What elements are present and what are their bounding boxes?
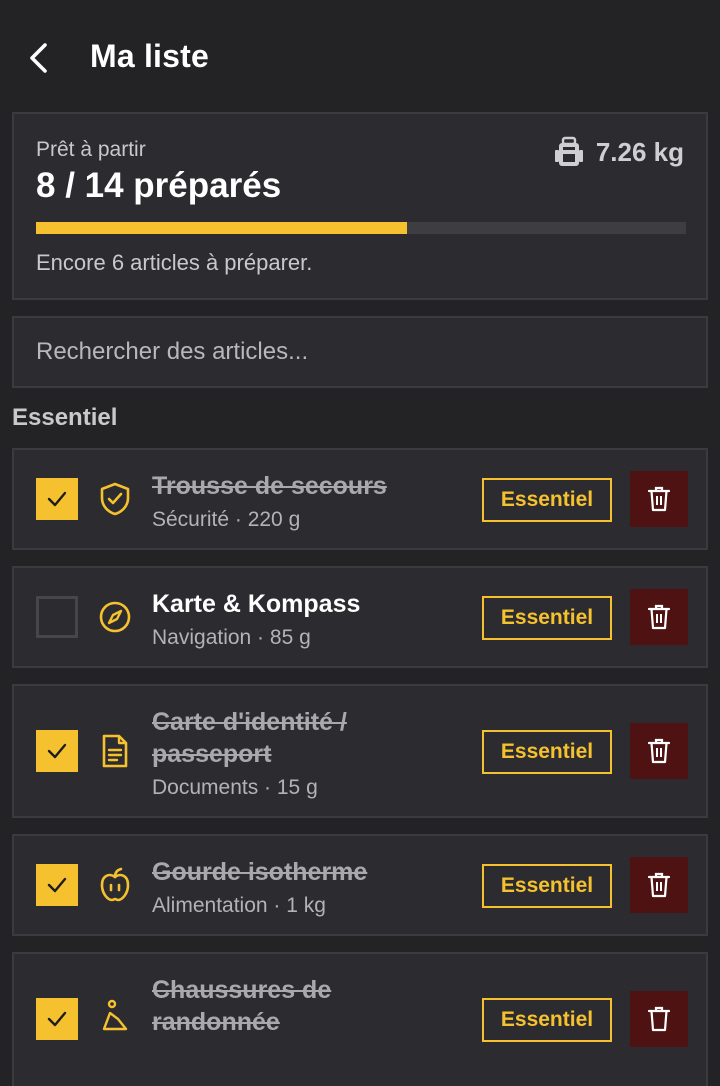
remaining-text: Encore 6 articles à préparer. [36, 250, 313, 275]
trash-icon [647, 486, 671, 512]
chevron-left-icon [30, 43, 47, 73]
list-item: Karte & Kompass Navigation · 85 g Essent… [12, 566, 708, 668]
progress-bar-fill [36, 222, 407, 234]
item-checkbox[interactable] [36, 730, 78, 772]
summary-label: Prêt à partir [36, 138, 146, 161]
trash-icon [647, 1006, 671, 1032]
priority-badge: Essentiel [482, 596, 612, 640]
page-title: Ma liste [90, 38, 209, 74]
progress-bar [36, 222, 686, 234]
item-meta: Alimentation · 1 kg [152, 894, 326, 917]
item-checkbox[interactable] [36, 998, 78, 1040]
priority-badge: Essentiel [482, 730, 612, 774]
document-icon [96, 732, 134, 770]
item-checkbox[interactable] [36, 596, 78, 638]
checkmark-icon [47, 743, 67, 759]
compass-icon [96, 598, 134, 636]
back-button[interactable] [22, 38, 56, 78]
priority-badge: Essentiel [482, 478, 612, 522]
item-name: Karte & Kompass [152, 590, 361, 618]
item-text: Gourde isotherme Alimentation · 1 kg [152, 856, 462, 918]
section-title: Essentiel [12, 404, 118, 431]
shoe-icon [96, 998, 134, 1036]
trash-icon [647, 872, 671, 898]
item-meta: Sécurité · 220 g [152, 508, 301, 531]
priority-badge: Essentiel [482, 998, 612, 1042]
item-text: Trousse de secours Sécurité · 220 g [152, 470, 462, 532]
packing-summary-card: Prêt à partir 8 / 14 préparés 7.26 kg En… [12, 112, 708, 300]
item-text: Karte & Kompass Navigation · 85 g [152, 588, 462, 650]
list-item: Trousse de secours Sécurité · 220 g Esse… [12, 448, 708, 550]
backpack-icon [554, 136, 583, 166]
delete-button[interactable] [630, 589, 688, 645]
delete-button[interactable] [630, 723, 688, 779]
item-meta: Documents · 15 g [152, 776, 318, 799]
item-meta: Navigation · 85 g [152, 626, 311, 649]
delete-button[interactable] [630, 991, 688, 1047]
item-text: Carte d'identité / passeport Documents ·… [152, 706, 462, 800]
app-header: Ma liste [0, 0, 720, 112]
checkmark-icon [47, 877, 67, 893]
apple-icon [96, 866, 134, 904]
list-item: Chaussures de randonnée Essentiel [12, 952, 708, 1086]
item-name: Trousse de secours [152, 472, 387, 500]
shield-check-icon [96, 480, 134, 518]
total-weight: 7.26 kg [554, 136, 684, 168]
item-name: Chaussures de randonnée [152, 976, 332, 1036]
trash-icon [647, 738, 671, 764]
search-input[interactable] [14, 318, 706, 386]
packed-count: 8 / 14 préparés [36, 166, 282, 205]
delete-button[interactable] [630, 857, 688, 913]
trash-icon [647, 604, 671, 630]
weight-value: 7.26 kg [595, 136, 684, 167]
list-item: Carte d'identité / passeport Documents ·… [12, 684, 708, 818]
list-item: Gourde isotherme Alimentation · 1 kg Ess… [12, 834, 708, 936]
item-checkbox[interactable] [36, 864, 78, 906]
item-name: Gourde isotherme [152, 858, 368, 886]
delete-button[interactable] [630, 471, 688, 527]
item-checkbox[interactable] [36, 478, 78, 520]
checkmark-icon [47, 491, 67, 507]
search-box [12, 316, 708, 388]
item-text: Chaussures de randonnée [152, 974, 462, 1044]
priority-badge: Essentiel [482, 864, 612, 908]
item-name: Carte d'identité / passeport [152, 708, 347, 768]
